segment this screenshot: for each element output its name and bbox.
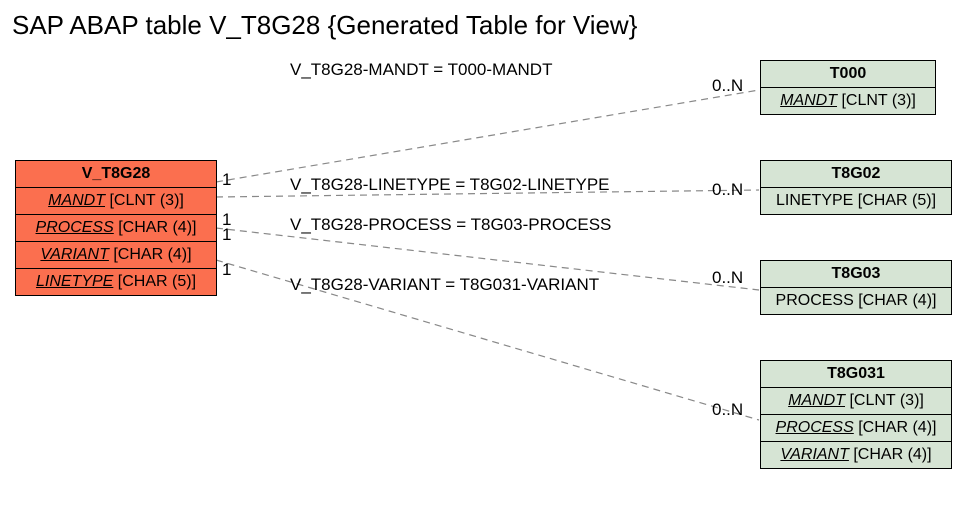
entity-t8g03-field: PROCESS [CHAR (4)] — [761, 288, 951, 314]
field-name: MANDT — [780, 92, 837, 109]
entity-t8g031-field: VARIANT [CHAR (4)] — [761, 442, 951, 468]
entity-t8g031-field: PROCESS [CHAR (4)] — [761, 415, 951, 442]
relation-label: V_T8G28-MANDT = T000-MANDT — [290, 60, 552, 80]
entity-t8g02-field: LINETYPE [CHAR (5)] — [761, 188, 951, 214]
field-type: [CLNT (3)] — [841, 92, 915, 109]
field-name: LINETYPE — [776, 192, 853, 209]
relation-label: V_T8G28-VARIANT = T8G031-VARIANT — [290, 275, 599, 295]
cardinality-left: 1 — [222, 225, 231, 245]
field-name: LINETYPE — [36, 273, 113, 290]
cardinality-right: 0..N — [712, 76, 743, 96]
entity-t8g03-header: T8G03 — [761, 261, 951, 288]
entity-t8g031-field: MANDT [CLNT (3)] — [761, 388, 951, 415]
relation-label: V_T8G28-LINETYPE = T8G02-LINETYPE — [290, 175, 610, 195]
entity-main: V_T8G28 MANDT [CLNT (3)] PROCESS [CHAR (… — [15, 160, 217, 296]
cardinality-right: 0..N — [712, 268, 743, 288]
entity-t8g02-header: T8G02 — [761, 161, 951, 188]
entity-main-field: VARIANT [CHAR (4)] — [16, 242, 216, 269]
field-name: PROCESS — [36, 219, 114, 236]
cardinality-right: 0..N — [712, 400, 743, 420]
entity-t000-field: MANDT [CLNT (3)] — [761, 88, 935, 114]
field-type: [CHAR (4)] — [853, 446, 931, 463]
edge-t000 — [216, 90, 759, 182]
entity-t8g031-header: T8G031 — [761, 361, 951, 388]
entity-main-field: MANDT [CLNT (3)] — [16, 188, 216, 215]
entity-t8g03: T8G03 PROCESS [CHAR (4)] — [760, 260, 952, 315]
field-type: [CLNT (3)] — [109, 192, 183, 209]
cardinality-left: 1 — [222, 260, 231, 280]
field-name: VARIANT — [780, 446, 848, 463]
field-type: [CHAR (4)] — [858, 292, 936, 309]
field-type: [CLNT (3)] — [849, 392, 923, 409]
field-name: VARIANT — [40, 246, 108, 263]
field-type: [CHAR (4)] — [858, 419, 936, 436]
relation-label: V_T8G28-PROCESS = T8G03-PROCESS — [290, 215, 611, 235]
field-type: [CHAR (5)] — [858, 192, 936, 209]
diagram-title: SAP ABAP table V_T8G28 {Generated Table … — [12, 10, 637, 41]
field-name: PROCESS — [776, 419, 854, 436]
field-type: [CHAR (5)] — [118, 273, 196, 290]
entity-main-header: V_T8G28 — [16, 161, 216, 188]
entity-t000-header: T000 — [761, 61, 935, 88]
field-name: MANDT — [788, 392, 845, 409]
field-type: [CHAR (4)] — [118, 219, 196, 236]
field-type: [CHAR (4)] — [113, 246, 191, 263]
cardinality-left: 1 — [222, 170, 231, 190]
entity-t8g031: T8G031 MANDT [CLNT (3)] PROCESS [CHAR (4… — [760, 360, 952, 469]
field-name: MANDT — [48, 192, 105, 209]
cardinality-right: 0..N — [712, 180, 743, 200]
entity-t8g02: T8G02 LINETYPE [CHAR (5)] — [760, 160, 952, 215]
entity-main-field: LINETYPE [CHAR (5)] — [16, 269, 216, 295]
field-name: PROCESS — [776, 292, 854, 309]
entity-t000: T000 MANDT [CLNT (3)] — [760, 60, 936, 115]
entity-main-field: PROCESS [CHAR (4)] — [16, 215, 216, 242]
